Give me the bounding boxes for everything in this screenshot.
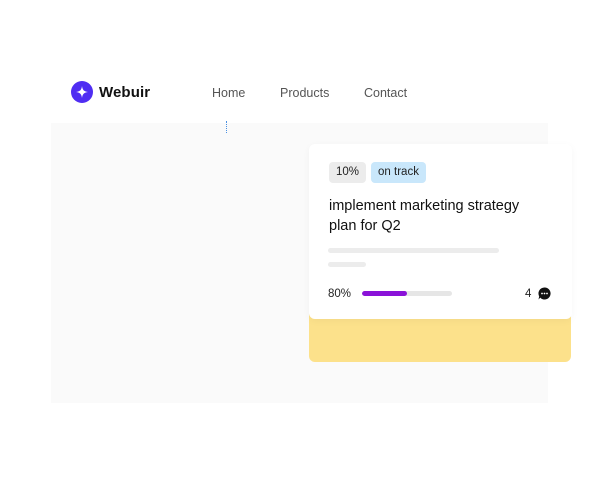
text-cursor-marker [226,121,227,133]
task-card[interactable]: 10% on track implement marketing strateg… [309,144,572,319]
nav-link-contact[interactable]: Contact [364,86,407,100]
brand[interactable]: Webuir [71,81,150,103]
percent-badge: 10% [329,162,367,183]
nav-link-products[interactable]: Products [280,86,329,100]
progress-bar-fill [362,291,407,296]
nav-link-home[interactable]: Home [212,86,245,100]
badge-group: 10% on track [329,162,426,183]
page: Webuir Home Products Contact 10% on trac… [0,0,600,496]
progress-bar [362,291,452,296]
plus-sparkle-icon [71,81,93,103]
brand-name: Webuir [99,83,151,101]
progress-label: 80% [328,288,352,300]
task-title: implement marketing strategy plan for Q2 [329,198,520,234]
chat-bubble-icon[interactable] [538,287,551,300]
placeholder-line [328,248,499,253]
placeholder-line [328,262,366,267]
status-badge: on track [371,162,426,183]
comment-count: 4 [525,288,532,300]
